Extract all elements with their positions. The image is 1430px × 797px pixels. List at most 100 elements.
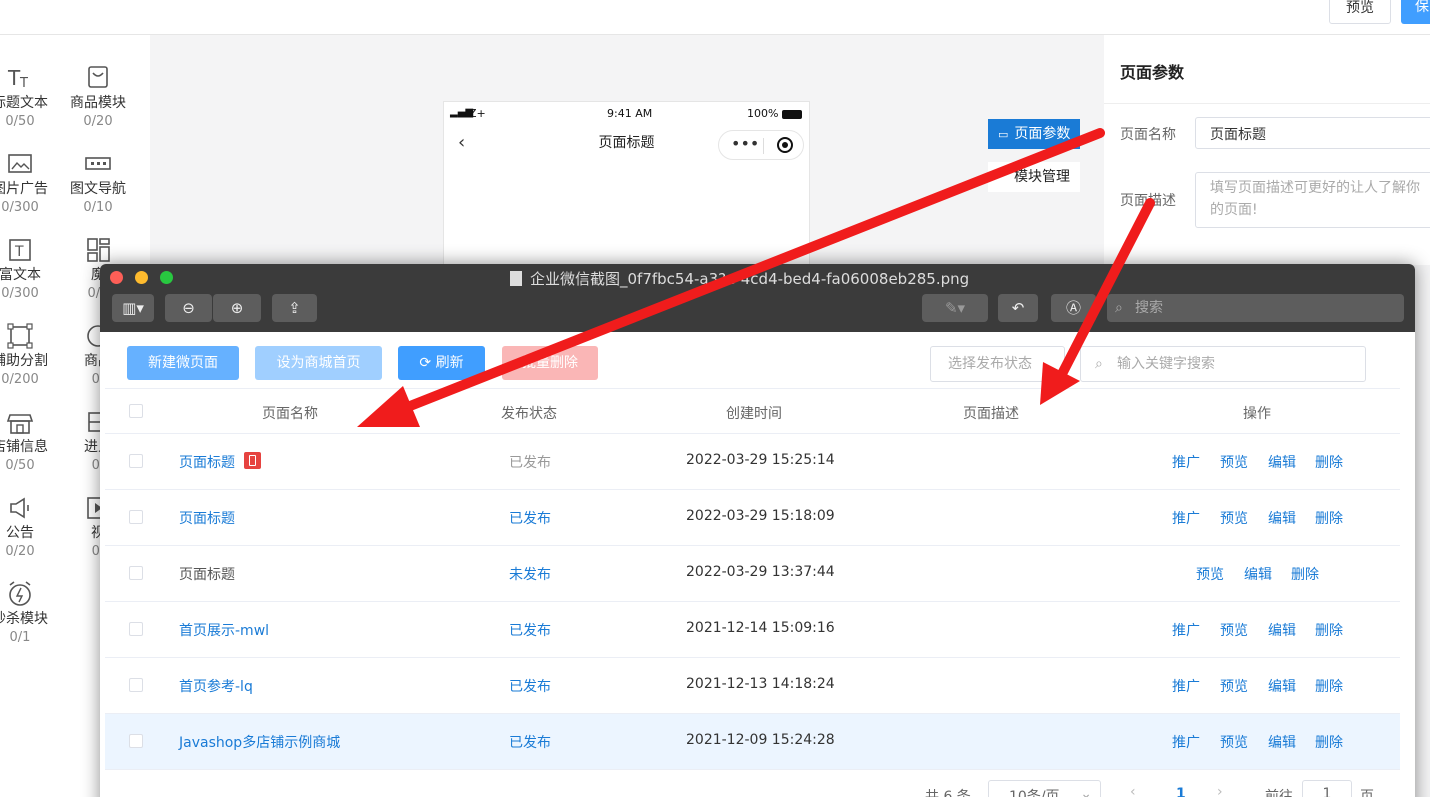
comp-nav[interactable]: 图文导航 0/10 [58, 149, 138, 217]
zoom-window-button[interactable] [160, 271, 173, 284]
preview-button[interactable]: 预览 [1329, 0, 1391, 24]
comp-flash-sale[interactable]: 秒杀模块 0/1 [0, 579, 60, 647]
promote-link[interactable]: 推广 [1172, 508, 1200, 528]
comp-title-text[interactable]: TT 标题文本 0/50 [0, 63, 60, 131]
comp-divider[interactable]: 辅助分割 0/200 [0, 321, 60, 389]
save-button[interactable]: 保 [1401, 0, 1430, 24]
rotate-icon[interactable]: ↶ [998, 294, 1038, 322]
delete-link[interactable]: 删除 [1315, 452, 1343, 472]
batch-delete-button[interactable]: 批量删除 [502, 346, 598, 380]
page-name-link[interactable]: 页面标题 [179, 508, 235, 528]
preview-link[interactable]: 预览 [1220, 676, 1248, 696]
comp-name: 富文本 [0, 267, 41, 283]
markup-pen-icon[interactable]: ✎▾ [922, 294, 988, 322]
comp-count: 0/1 [9, 630, 31, 645]
page-size-select[interactable]: 10条/页 ⌄ [988, 780, 1101, 797]
comp-rich-text[interactable]: T 富文本 0/300 [0, 235, 60, 303]
next-page-icon[interactable]: › [1217, 784, 1223, 797]
svg-text:T: T [14, 244, 24, 260]
image-ad-icon [8, 154, 32, 173]
comp-product[interactable]: 商品模块 0/20 [58, 63, 138, 131]
preview-link[interactable]: 预览 [1196, 564, 1224, 584]
preview-link[interactable]: 预览 [1220, 452, 1248, 472]
page-name-link[interactable]: Javashop多店铺示例商城 [179, 732, 340, 752]
promote-link[interactable]: 推广 [1172, 620, 1200, 640]
keyword-search-input[interactable]: ⌕ 输入关键字搜索 [1080, 346, 1366, 382]
page-size-value: 10条/页 [1009, 789, 1060, 797]
tab-page-params[interactable]: ▭ 页面参数 [988, 119, 1081, 149]
delete-link[interactable]: 删除 [1315, 620, 1343, 640]
preview-link[interactable]: 预览 [1220, 732, 1248, 752]
comp-name: 图文导航 [70, 181, 126, 197]
comp-name: 秒杀模块 [0, 611, 48, 627]
table-row: 页面标题 已发布 2022-03-29 15:25:14 推广 预览 编辑 删除 [105, 434, 1400, 490]
refresh-label: 刷新 [435, 355, 464, 371]
battery-label: 100% [747, 107, 779, 120]
goto-page-input[interactable]: 1 [1302, 780, 1352, 797]
col-created: 创建时间 [726, 406, 782, 422]
edit-link[interactable]: 编辑 [1268, 620, 1296, 640]
promote-link[interactable]: 推广 [1172, 676, 1200, 696]
edit-link[interactable]: 编辑 [1268, 676, 1296, 696]
row-checkbox[interactable] [129, 454, 143, 468]
annotate-icon[interactable]: Ⓐ [1051, 294, 1096, 322]
panel-divider [1104, 103, 1430, 104]
tab-module-mgmt[interactable]: 模块管理 [988, 162, 1080, 192]
delete-link[interactable]: 删除 [1315, 732, 1343, 752]
publish-status: 已发布 [509, 511, 551, 527]
publish-status: 已发布 [509, 735, 551, 751]
col-status: 发布状态 [501, 406, 557, 422]
delete-link[interactable]: 删除 [1315, 676, 1343, 696]
zoom-in-icon[interactable]: ⊕ [213, 294, 261, 322]
svg-text:T: T [7, 66, 21, 90]
set-home-button[interactable]: 设为商城首页 [255, 346, 382, 380]
prev-page-icon[interactable]: ‹ [1130, 784, 1136, 797]
preview-link[interactable]: 预览 [1220, 508, 1248, 528]
share-icon[interactable]: ⇪ [272, 294, 317, 322]
table-row: 首页参考-lq 已发布 2021-12-13 14:18:24 推广 预览 编辑… [105, 658, 1400, 714]
more-icon[interactable]: ••• [731, 134, 759, 153]
promote-link[interactable]: 推广 [1172, 732, 1200, 752]
comp-image-ad[interactable]: 图片广告 0/300 [0, 149, 60, 217]
comp-count: 0/200 [1, 372, 39, 387]
row-checkbox[interactable] [129, 566, 143, 580]
rich-text-icon: T [9, 239, 31, 261]
current-page[interactable]: 1 [1176, 786, 1186, 797]
zoom-out-icon[interactable]: ⊖ [165, 294, 212, 322]
page-name-link[interactable]: 首页参考-lq [179, 676, 253, 696]
status-select[interactable]: 选择发布状态 [930, 346, 1065, 382]
promote-link[interactable]: 推广 [1172, 452, 1200, 472]
edit-link[interactable]: 编辑 [1268, 732, 1296, 752]
tab-label: 模块管理 [1014, 169, 1070, 185]
page-name-input[interactable]: 页面标题 [1195, 117, 1430, 149]
page-list-content: 新建微页面 设为商城首页 ⟳ 刷新 批量删除 选择发布状态 ⌕ 输入关键字搜索 … [105, 332, 1400, 797]
battery-icon [782, 110, 802, 119]
close-target-icon[interactable] [777, 137, 793, 153]
page-desc-textarea[interactable]: 填写页面描述可更好的让人了解你的页面! [1195, 172, 1430, 228]
delete-link[interactable]: 删除 [1315, 508, 1343, 528]
page-name-link[interactable]: 首页展示-mwl [179, 620, 269, 640]
edit-link[interactable]: 编辑 [1268, 508, 1296, 528]
minimize-window-button[interactable] [135, 271, 148, 284]
edit-link[interactable]: 编辑 [1268, 452, 1296, 472]
comp-store-info[interactable]: 店铺信息 0/50 [0, 407, 60, 475]
row-checkbox[interactable] [129, 734, 143, 748]
pagination: 共 6 条 10条/页 ⌄ ‹ 1 › 前往 1 页 [105, 770, 1400, 797]
comp-announce[interactable]: 公告 0/20 [0, 493, 60, 561]
page-name-link[interactable]: 页面标题 [179, 452, 235, 472]
delete-link[interactable]: 删除 [1291, 564, 1319, 584]
preview-link[interactable]: 预览 [1220, 620, 1248, 640]
comp-count: 0/300 [1, 200, 39, 215]
new-page-button[interactable]: 新建微页面 [127, 346, 239, 380]
row-checkbox[interactable] [129, 678, 143, 692]
store-icon [6, 414, 34, 434]
row-checkbox[interactable] [129, 622, 143, 636]
select-all-checkbox[interactable] [129, 404, 143, 418]
edit-link[interactable]: 编辑 [1244, 564, 1272, 584]
clock-label: 9:41 AM [607, 107, 653, 120]
row-checkbox[interactable] [129, 510, 143, 524]
window-search-field[interactable]: ⌕ 搜索 [1107, 294, 1404, 322]
sidebar-toggle-icon[interactable]: ▥▾ [112, 294, 154, 322]
refresh-button[interactable]: ⟳ 刷新 [398, 346, 485, 380]
close-window-button[interactable] [110, 271, 123, 284]
